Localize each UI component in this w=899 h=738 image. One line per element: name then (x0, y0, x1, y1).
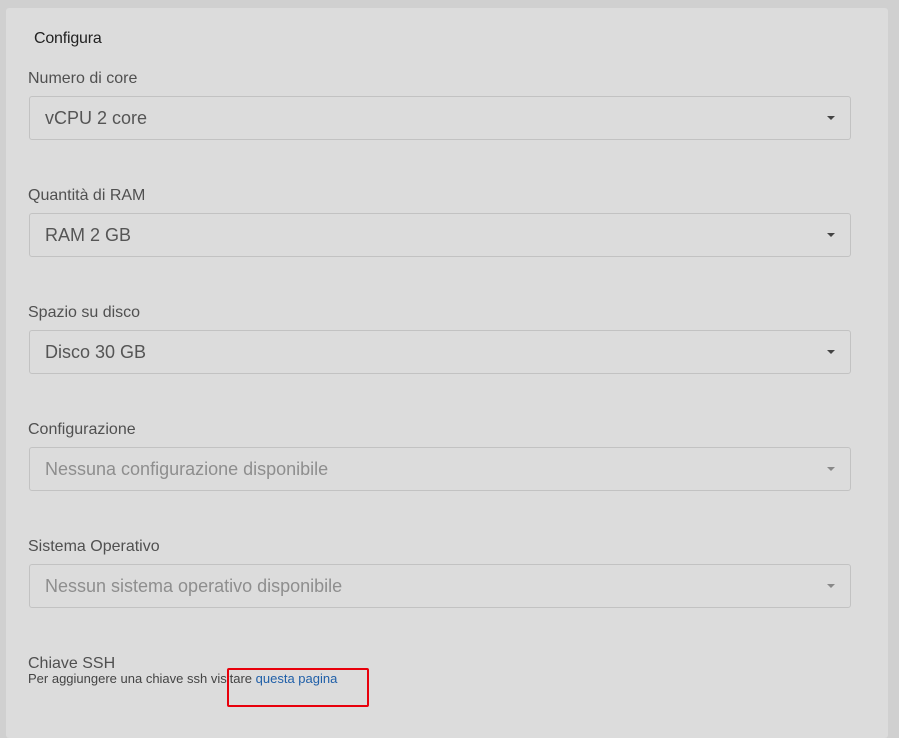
os-select[interactable]: Nessun sistema operativo disponibile (29, 564, 851, 608)
cores-select-value: vCPU 2 core (45, 108, 148, 128)
ssh-help-text: Per aggiungere una chiave ssh visitare q… (28, 671, 337, 686)
configuration-label: Configurazione (28, 421, 136, 438)
os-label: Sistema Operativo (28, 538, 160, 555)
configuration-select-value: Nessuna configurazione disponibile (45, 459, 329, 479)
ssh-page-link[interactable]: questa pagina (256, 671, 338, 686)
panel-title: Configura (34, 30, 102, 47)
configuration-select[interactable]: Nessuna configurazione disponibile (29, 447, 851, 491)
ram-label: Quantità di RAM (28, 187, 146, 204)
ram-select-value: RAM 2 GB (45, 225, 132, 245)
cores-select[interactable]: vCPU 2 core (29, 96, 851, 140)
chevron-down-icon (827, 350, 835, 354)
ram-select[interactable]: RAM 2 GB (29, 213, 851, 257)
disk-select-value: Disco 30 GB (45, 342, 147, 362)
cores-label: Numero di core (28, 70, 138, 87)
chevron-down-icon (827, 584, 835, 588)
chevron-down-icon (827, 233, 835, 237)
disk-select[interactable]: Disco 30 GB (29, 330, 851, 374)
disk-label: Spazio su disco (28, 304, 141, 321)
chevron-down-icon (827, 116, 835, 120)
chevron-down-icon (827, 467, 835, 471)
ssh-help-prefix: Per aggiungere una chiave ssh visitare (28, 671, 256, 686)
os-select-value: Nessun sistema operativo disponibile (45, 576, 343, 596)
